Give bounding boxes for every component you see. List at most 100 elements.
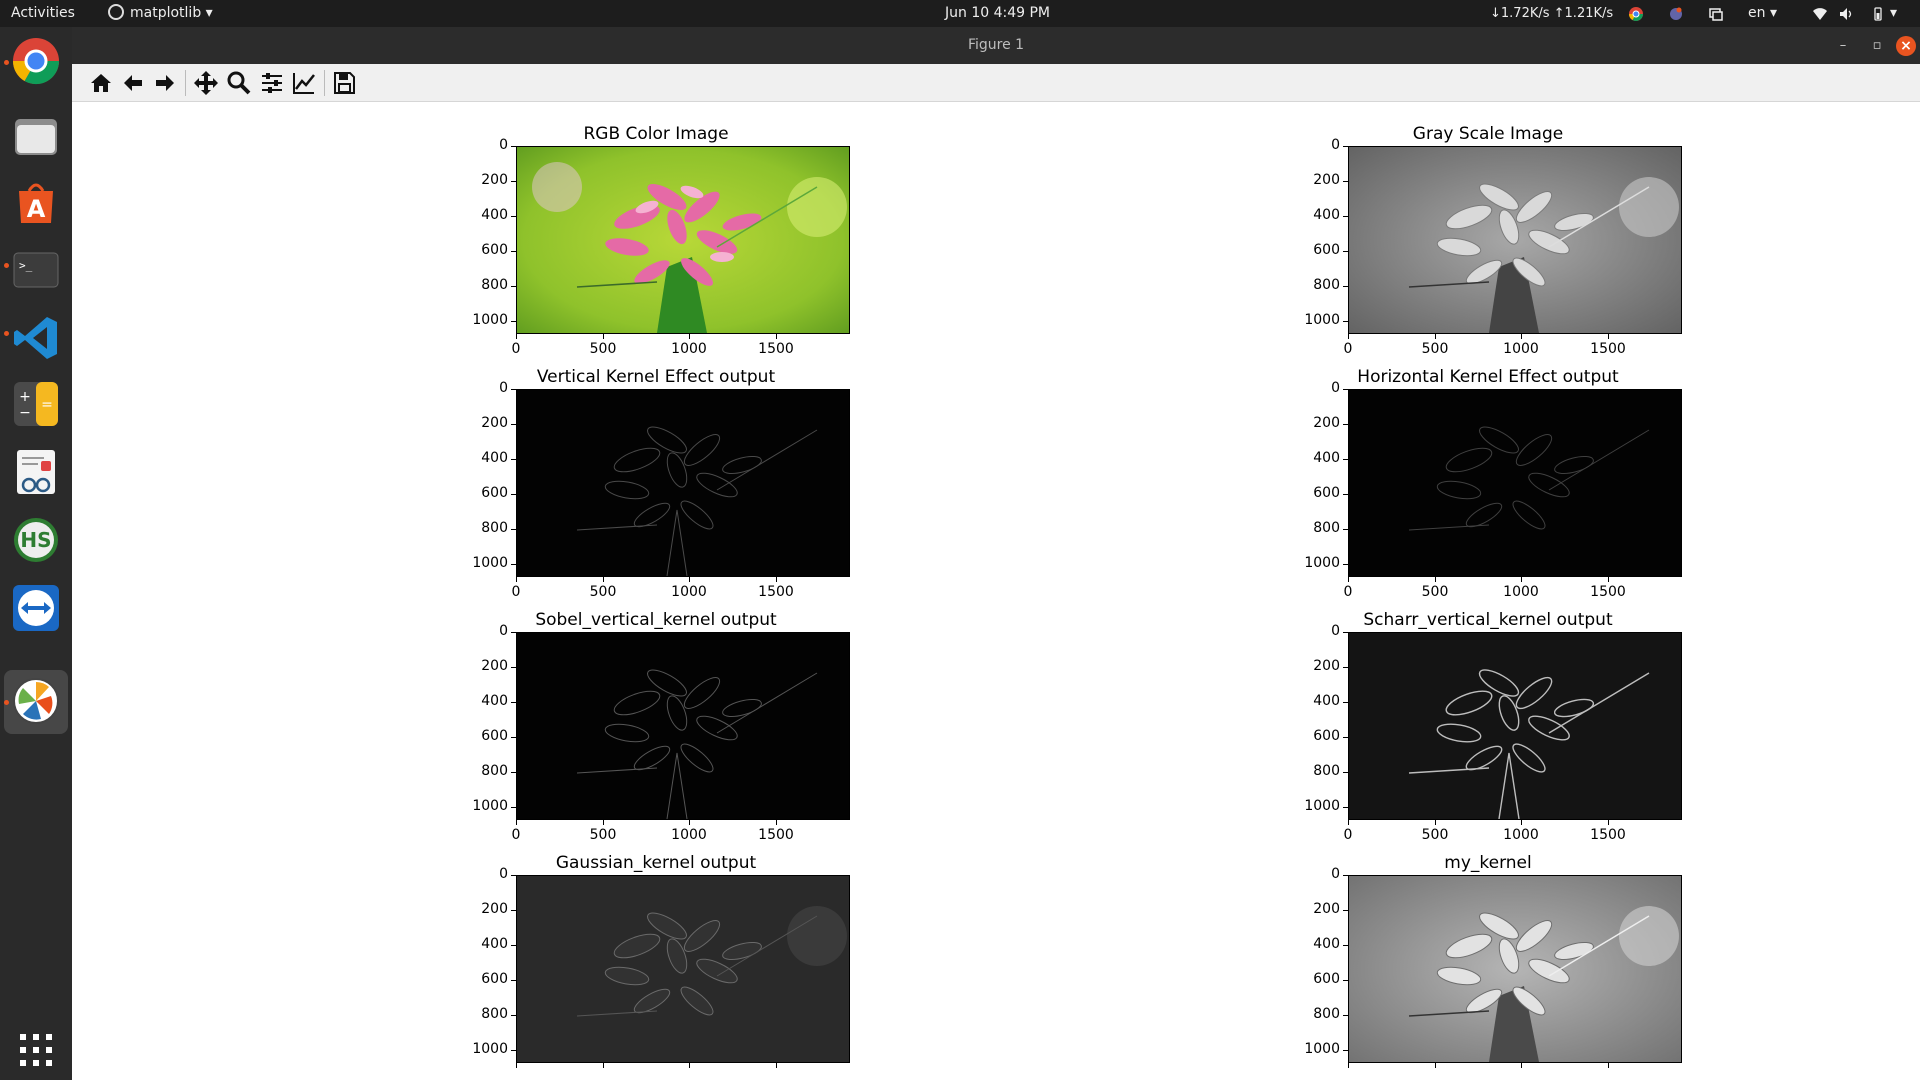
x-tick-label: 1000 bbox=[1503, 827, 1539, 843]
chrome-tray-icon[interactable] bbox=[1628, 6, 1644, 22]
pan-button[interactable] bbox=[192, 69, 220, 97]
y-tick-mark bbox=[511, 875, 516, 876]
subplot-grayscale: Gray Scale Image 0 200 400 600 800 1000 … bbox=[1288, 124, 1688, 364]
software-store-icon[interactable]: A bbox=[11, 177, 61, 227]
volume-icon[interactable] bbox=[1838, 6, 1854, 22]
x-tick-mark bbox=[1435, 1063, 1436, 1068]
app-menu[interactable]: matplotlib ▾ bbox=[108, 0, 213, 27]
x-tick-mark bbox=[516, 577, 517, 582]
x-tick-mark bbox=[776, 1063, 777, 1068]
y-tick-label: 400 bbox=[1313, 450, 1340, 466]
document-viewer-icon[interactable] bbox=[11, 447, 61, 497]
teamviewer-icon[interactable] bbox=[11, 583, 61, 633]
svg-text:−: − bbox=[19, 405, 31, 421]
back-button[interactable] bbox=[119, 69, 147, 97]
y-tick-label: 800 bbox=[1313, 1006, 1340, 1022]
y-tick-label: 600 bbox=[481, 485, 508, 501]
subplot-scharr-vertical: Scharr_vertical_kernel output 0 200 400 … bbox=[1288, 610, 1688, 850]
subplot-title: Scharr_vertical_kernel output bbox=[1363, 610, 1613, 630]
edit-axis-button[interactable] bbox=[290, 69, 318, 97]
x-tick-mark bbox=[1521, 577, 1522, 582]
matplotlib-icon[interactable] bbox=[11, 676, 61, 726]
window-titlebar[interactable]: Figure 1 – ▫ × bbox=[72, 27, 1920, 64]
window-tray-icon[interactable] bbox=[1708, 6, 1724, 22]
x-tick-mark bbox=[689, 577, 690, 582]
save-button[interactable] bbox=[330, 69, 358, 97]
y-tick-mark bbox=[511, 772, 516, 773]
image-sobel-vertical-output bbox=[516, 632, 850, 820]
x-tick-mark bbox=[1608, 1063, 1609, 1068]
x-tick-label: 1000 bbox=[671, 341, 707, 357]
y-tick-mark bbox=[1343, 216, 1348, 217]
y-tick-label: 400 bbox=[1313, 693, 1340, 709]
activities-button[interactable]: Activities bbox=[11, 0, 75, 27]
y-tick-label: 600 bbox=[1313, 971, 1340, 987]
y-tick-label: 1000 bbox=[1304, 555, 1340, 571]
configure-subplots-icon bbox=[262, 73, 282, 93]
figure-canvas[interactable]: RGB Color Image 0 200 400 600 800 1000 0… bbox=[72, 102, 1920, 1080]
y-tick-mark bbox=[1343, 945, 1348, 946]
files-icon[interactable] bbox=[11, 111, 61, 161]
clock[interactable]: Jun 10 4:49 PM bbox=[945, 0, 1050, 27]
x-tick-mark bbox=[516, 820, 517, 825]
y-tick-label: 400 bbox=[481, 450, 508, 466]
forward-button[interactable] bbox=[151, 69, 179, 97]
chrome-icon[interactable] bbox=[11, 36, 61, 86]
minimize-button[interactable]: – bbox=[1833, 36, 1853, 56]
zoom-icon bbox=[227, 71, 251, 95]
configure-subplots-button[interactable] bbox=[258, 69, 286, 97]
x-tick-mark bbox=[776, 820, 777, 825]
y-tick-label: 1000 bbox=[472, 312, 508, 328]
maximize-button[interactable]: ▫ bbox=[1867, 36, 1887, 56]
y-tick-label: 0 bbox=[1331, 380, 1340, 396]
y-tick-mark bbox=[511, 807, 516, 808]
subplot-title: my_kernel bbox=[1444, 853, 1532, 873]
x-tick-label: 0 bbox=[511, 584, 521, 600]
y-tick-mark bbox=[1343, 632, 1348, 633]
x-tick-label: 1000 bbox=[1503, 584, 1539, 600]
x-tick-label: 1000 bbox=[671, 827, 707, 843]
y-tick-mark bbox=[511, 459, 516, 460]
hs-app-icon[interactable]: HS bbox=[11, 515, 61, 565]
image-gaussian-output bbox=[516, 875, 850, 1063]
y-tick-mark bbox=[1343, 564, 1348, 565]
calculator-icon[interactable]: + − = bbox=[11, 379, 61, 429]
y-tick-label: 1000 bbox=[472, 555, 508, 571]
x-tick-mark bbox=[689, 334, 690, 339]
terminal-icon[interactable]: >_ bbox=[11, 245, 61, 295]
x-tick-label: 1000 bbox=[1503, 341, 1539, 357]
subplot-title: Vertical Kernel Effect output bbox=[536, 367, 776, 387]
home-button[interactable] bbox=[87, 69, 115, 97]
y-tick-mark bbox=[511, 564, 516, 565]
x-tick-mark bbox=[1348, 820, 1349, 825]
y-tick-label: 800 bbox=[1313, 763, 1340, 779]
zoom-button[interactable] bbox=[225, 69, 253, 97]
pan-icon bbox=[194, 71, 218, 95]
y-tick-mark bbox=[511, 1050, 516, 1051]
image-scharr-vertical-output bbox=[1348, 632, 1682, 820]
svg-text:A: A bbox=[27, 195, 46, 223]
language-selector[interactable]: en ▾ bbox=[1748, 0, 1777, 27]
y-tick-label: 0 bbox=[499, 623, 508, 639]
y-tick-mark bbox=[511, 702, 516, 703]
teams-tray-icon[interactable] bbox=[1668, 6, 1684, 22]
y-tick-label: 600 bbox=[1313, 242, 1340, 258]
x-tick-mark bbox=[603, 1063, 604, 1068]
subplot-title: Sobel_vertical_kernel output bbox=[535, 610, 777, 630]
image-grayscale-flower bbox=[1348, 146, 1682, 334]
toolbar-separator bbox=[185, 70, 186, 96]
x-tick-mark bbox=[603, 577, 604, 582]
vscode-icon[interactable] bbox=[11, 313, 61, 363]
close-button[interactable]: × bbox=[1896, 36, 1916, 56]
x-tick-label: 500 bbox=[1421, 827, 1449, 843]
home-icon bbox=[91, 74, 111, 92]
x-tick-label: 0 bbox=[511, 341, 521, 357]
net-speed-indicator[interactable]: ↓1.72K/s ↑1.21K/s bbox=[1490, 0, 1613, 27]
image-horizontal-kernel-output bbox=[1348, 389, 1682, 577]
wifi-icon[interactable] bbox=[1812, 6, 1828, 22]
power-menu-chevron-icon[interactable]: ▾ bbox=[1890, 0, 1897, 27]
battery-icon[interactable] bbox=[1870, 6, 1886, 22]
x-tick-label: 500 bbox=[589, 827, 617, 843]
show-apps-icon[interactable] bbox=[16, 1030, 56, 1070]
x-tick-label: 1500 bbox=[1590, 584, 1626, 600]
